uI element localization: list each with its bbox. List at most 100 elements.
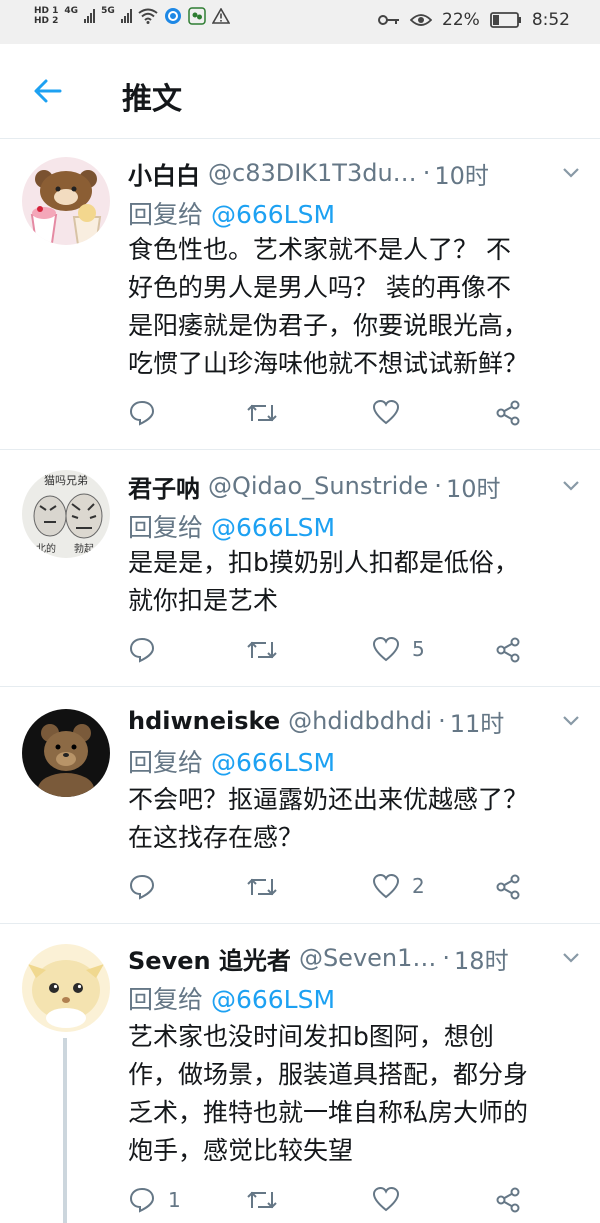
retweet-button[interactable] [246,873,278,901]
share-button[interactable] [494,1186,522,1214]
display-name[interactable]: hdiwneiske [128,707,280,735]
reply-to-mention[interactable]: @666LSM [211,513,335,542]
retweet-button[interactable] [246,399,278,427]
chevron-down-icon[interactable] [562,167,580,179]
tweet-text-line: 是阳痿就是伪君子，你要说眼光高， [128,311,529,340]
tweet-header: 小白白 @c83DIK1T3du… · 10时 [128,155,580,191]
separator-dot: · [422,159,431,187]
top-app-bar: 推文 [0,44,600,139]
reply-prefix: 回复给 [128,985,204,1014]
tweet-text: 是是是，扣b摸奶别人扣都是低俗， 就你扣是艺术 [128,544,583,620]
reply-context: 回复给 @666LSM [128,980,335,1016]
avatar[interactable] [22,709,110,797]
status-bar: HD 1 HD 2 4G 5G 22% 8:52 [0,0,600,44]
avatar[interactable]: 猫吗兄弟 北的 勃起 [22,470,110,558]
tweet-time[interactable]: 10时 [446,469,501,504]
share-button[interactable] [494,873,522,901]
display-name[interactable]: Seven 追光者 [128,941,291,976]
retweet-icon [247,1191,277,1209]
reply-context: 回复给 @666LSM [128,743,335,779]
tweet-header: hdiwneiske @hdidbdhdi · 11时 [128,703,580,739]
chevron-down-icon[interactable] [562,715,580,727]
retweet-icon [247,404,277,422]
tweet-text-line: 不会吧？抠逼露奶还出来优越感了？ [128,785,529,814]
avatar[interactable] [22,944,110,1032]
status-right: 22% 8:52 [378,10,570,30]
reply-prefix: 回复给 [128,513,204,542]
warning-icon [211,8,230,24]
like-button[interactable]: 5 [372,636,425,662]
reply-to-mention[interactable]: @666LSM [211,200,335,229]
reply-icon [129,874,155,900]
tweet-time[interactable]: 10时 [434,156,489,191]
like-count: 5 [412,637,425,661]
user-handle[interactable]: @Seven1… [299,944,436,972]
reply-button[interactable] [128,399,168,427]
tweet-text-line: 好色的男人是男人吗？ 装的再像不 [128,273,511,302]
hd2-label: HD [34,16,50,26]
avatar-caption-right: 勃起 [74,542,94,555]
tweet[interactable]: 猫吗兄弟 北的 勃起 君子呐 @Qidao_Sunstride · 10时 回复… [0,450,600,687]
share-icon [496,1187,520,1213]
reply-button[interactable] [128,636,168,664]
thread-line [63,1038,67,1223]
tweet-actions [128,399,568,431]
reply-icon [129,1187,155,1213]
tweet-text-line: 是是是，扣b摸奶别人扣都是低俗， [128,548,519,577]
user-handle[interactable]: @c83DIK1T3du… [208,159,417,187]
reply-to-mention[interactable]: @666LSM [211,748,335,777]
hd1-sub: 1 [52,6,59,16]
avatar-image [22,157,110,245]
chevron-down-icon[interactable] [562,480,580,492]
network-4g-label: 4G [64,6,79,16]
display-name[interactable]: 小白白 [128,156,200,191]
avatar[interactable] [22,157,110,245]
page-title: 推文 [122,82,182,117]
reply-button[interactable] [128,873,168,901]
user-handle[interactable]: @Qidao_Sunstride [208,472,428,500]
tweet-text-line: 食色性也。艺术家就不是人了？ 不 [128,235,511,264]
separator-dot: · [442,944,451,972]
tweet[interactable]: Seven 追光者 @Seven1… · 18时 回复给 @666LSM 艺术家… [0,924,600,1223]
tweet-actions: 5 [128,636,568,668]
like-button[interactable] [372,399,412,425]
display-name[interactable]: 君子呐 [128,469,200,504]
like-button[interactable]: 2 [372,873,425,899]
reply-button[interactable]: 1 [128,1186,181,1214]
back-arrow-icon[interactable] [32,76,62,106]
tweet-header: 君子呐 @Qidao_Sunstride · 10时 [128,468,580,504]
share-icon [496,637,520,663]
tweet-time[interactable]: 11时 [450,704,505,739]
eye-icon [410,14,433,26]
tweet-header: Seven 追光者 @Seven1… · 18时 [128,940,580,976]
tweet-actions: 2 [128,873,568,905]
share-icon [496,874,520,900]
tweet-text-line: 炮手，感觉比较失望 [128,1136,354,1165]
separator-dot: · [438,707,446,735]
like-button[interactable] [372,1186,412,1212]
share-button[interactable] [494,399,522,427]
share-icon [496,400,520,426]
retweet-icon [247,641,277,659]
tweet-text: 食色性也。艺术家就不是人了？ 不 好色的男人是男人吗？ 装的再像不 是阳痿就是伪… [128,231,583,383]
tweet-time[interactable]: 18时 [454,941,509,976]
heart-icon [372,399,400,425]
retweet-button[interactable] [246,636,278,664]
battery-percent: 22% [442,10,480,30]
chevron-down-icon[interactable] [562,952,580,964]
reply-icon [129,400,155,426]
clock: 8:52 [531,10,570,30]
tweet[interactable]: hdiwneiske @hdidbdhdi · 11时 回复给 @666LSM … [0,687,600,924]
user-handle[interactable]: @hdidbdhdi [288,707,432,735]
reply-to-mention[interactable]: @666LSM [211,985,335,1014]
avatar-image: 猫吗兄弟 北的 勃起 [22,470,110,558]
tweet[interactable]: 小白白 @c83DIK1T3du… · 10时 回复给 @666LSM 食色性也… [0,139,600,450]
retweet-button[interactable] [246,1186,278,1214]
retweet-icon [247,878,277,896]
tweet-text-line: 就你扣是艺术 [128,586,279,615]
reply-context: 回复给 @666LSM [128,508,335,544]
share-button[interactable] [494,636,522,664]
reply-icon [129,637,155,663]
tweet-actions: 1 [128,1186,568,1218]
signal-icon-1 [84,9,96,23]
